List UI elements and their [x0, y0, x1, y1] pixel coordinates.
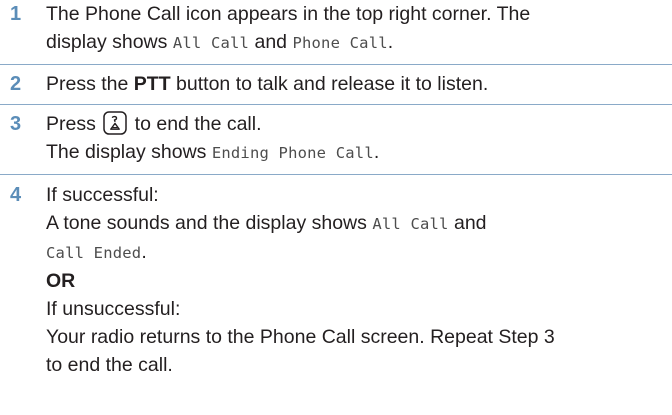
step-text: to end the call. [129, 113, 262, 135]
step-2: 2 Press the PTT button to talk and relea… [0, 65, 672, 104]
step-number: 3 [10, 113, 22, 135]
step-text-line: display shows All Call and Phone Call. [46, 28, 666, 57]
step-text-line: A tone sounds and the display shows All … [46, 209, 666, 238]
or-label: OR [46, 270, 76, 292]
step-text: display shows [46, 31, 173, 53]
step-number: 2 [10, 73, 22, 95]
step-number: 4 [10, 184, 22, 206]
step-4: 4 If successful: A tone sounds and the d… [0, 175, 672, 379]
step-text-line: Your radio returns to the Phone Call scr… [46, 323, 666, 351]
step-text: . [141, 241, 147, 263]
step-text: Your radio returns to the Phone Call scr… [46, 326, 555, 348]
display-text: Ending Phone Call [211, 144, 374, 162]
step-text: Press the [46, 73, 134, 95]
step-text: to end the call. [46, 354, 173, 376]
step-3: 3 Press to end the call. The display sho… [0, 105, 672, 174]
step-text: If unsuccessful: [46, 298, 181, 320]
procedure-steps: 1 The Phone Call icon appears in the top… [0, 0, 672, 379]
end-call-key-icon [103, 111, 128, 135]
step-text-line: Call Ended. [46, 238, 666, 267]
display-text: All Call [372, 215, 449, 233]
display-text: Phone Call [292, 34, 388, 52]
step-text: The display shows [46, 141, 212, 163]
step-text-line: The Phone Call icon appears in the top r… [46, 0, 666, 28]
step-text: Press [46, 113, 102, 135]
step-text: If successful: [46, 184, 159, 206]
step-text: A tone sounds and the display shows [46, 212, 373, 234]
step-text: . [373, 141, 380, 163]
step-1: 1 The Phone Call icon appears in the top… [0, 0, 672, 64]
step-text: button to talk and release it to listen. [170, 73, 489, 95]
step-text-line: The display shows Ending Phone Call. [46, 138, 666, 167]
step-text-line: If unsuccessful: [46, 295, 666, 323]
display-text: Call Ended [46, 244, 142, 262]
display-text: All Call [172, 34, 250, 52]
button-name: PTT [133, 73, 171, 95]
step-text: and [448, 212, 487, 234]
step-text: and [249, 31, 293, 53]
step-text-line: If successful: [46, 181, 666, 209]
step-text-line: Press to end the call. [46, 110, 666, 138]
step-text-line: to end the call. [46, 351, 666, 379]
step-number: 1 [10, 3, 22, 25]
step-text-line: Press the PTT button to talk and release… [46, 70, 666, 98]
step-text: The Phone Call icon appears in the top r… [46, 3, 531, 25]
step-text: . [387, 31, 394, 53]
